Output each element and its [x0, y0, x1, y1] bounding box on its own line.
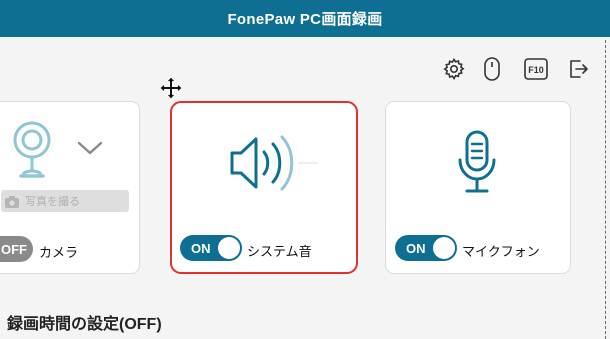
microphone-toggle-state: ON [406, 240, 426, 256]
microphone-label: マイクフォン [462, 244, 540, 259]
chevron-down-icon[interactable] [77, 140, 103, 161]
take-photo-label: 写真を撮る [25, 196, 80, 208]
recording-time-setting-title[interactable]: 録画時間の設定(OFF) [7, 310, 162, 334]
gear-icon[interactable] [441, 56, 467, 82]
system-sound-label: システム音 [247, 244, 312, 259]
move-cursor-icon [159, 76, 183, 100]
system-sound-toggle-state: ON [191, 240, 211, 256]
microphone-icon [456, 130, 498, 194]
system-sound-toggle[interactable]: ON [180, 235, 242, 261]
mouse-icon[interactable] [479, 56, 505, 82]
take-photo-button[interactable]: 写真を撮る [1, 190, 129, 212]
edge-divider [605, 40, 606, 339]
camera-toggle-state: OFF [1, 241, 27, 257]
toggle-knob [433, 237, 455, 259]
hotkey-label: F10 [528, 65, 544, 75]
camera-label: カメラ [39, 245, 79, 260]
system-sound-card[interactable]: ON システム音 [170, 101, 358, 274]
hotkey-f10-icon[interactable]: F10 [523, 56, 549, 82]
microphone-toggle[interactable]: ON [395, 235, 457, 261]
camera-card[interactable]: 写真を撮る OFF カメラ [0, 101, 140, 274]
webcam-icon [9, 120, 55, 184]
camera-toggle[interactable]: OFF [0, 236, 33, 262]
camera-icon [5, 195, 19, 208]
speaker-icon [228, 133, 338, 193]
window-title: FonePaw PC画面録画 [227, 11, 383, 28]
toggle-knob [218, 237, 240, 259]
window-titlebar: FonePaw PC画面録画 [0, 0, 610, 37]
microphone-card[interactable]: ON マイクフォン [385, 101, 571, 274]
exit-icon[interactable] [565, 56, 591, 82]
